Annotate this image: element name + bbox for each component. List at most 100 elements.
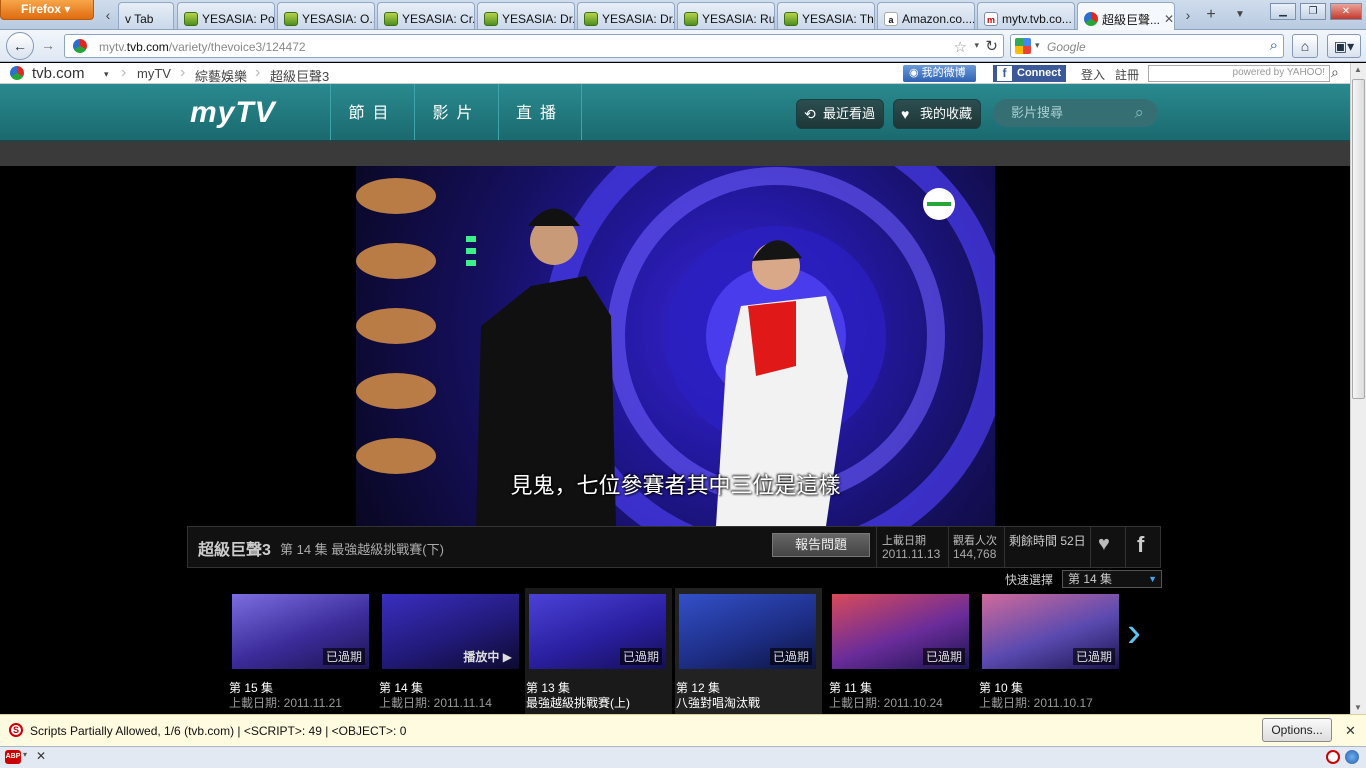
episode-card-playing[interactable]: 播放中 ▶ 第 14 集 上載日期: 2011.11.14 — [378, 588, 525, 714]
login-link[interactable]: 登入 — [1081, 66, 1105, 83]
now-playing-badge: 播放中 ▶ — [463, 650, 512, 664]
favorite-heart-icon[interactable]: ♥ — [1098, 533, 1110, 556]
options-button[interactable]: Options... — [1262, 718, 1332, 742]
episode-subtitle: 上載日期: 2011.10.17 — [979, 696, 1093, 710]
back-icon[interactable]: ← — [6, 32, 34, 60]
search-icon[interactable]: ⌕ — [1134, 99, 1144, 127]
reload-icon[interactable]: ↻ — [985, 37, 998, 55]
tab-mytv[interactable]: m mytv.tvb.co... — [977, 2, 1075, 29]
tab-yesasia-4[interactable]: YESASIA: Dr... — [477, 2, 575, 29]
quick-select-label: 快速選擇 — [1005, 573, 1054, 587]
search-bar[interactable]: ▾ Google ⌕ — [1010, 34, 1284, 58]
remaining-time: 剩餘時間 52日 — [1009, 534, 1086, 548]
search-input[interactable]: Google — [1047, 40, 1086, 54]
tab-label: Amazon.co.... — [902, 11, 975, 26]
tvb-site-link[interactable]: tvb.com — [32, 65, 85, 82]
breadcrumb-mytv[interactable]: myTV — [137, 66, 171, 81]
close-window-icon[interactable]: ✕ — [1330, 3, 1362, 20]
weibo-button[interactable]: ◉ 我的微博 — [903, 65, 976, 82]
new-tab-icon[interactable]: + — [1203, 6, 1219, 24]
episode-subtitle: 上載日期: 2011.10.24 — [829, 696, 943, 710]
mytv-logo[interactable]: myTV — [190, 96, 276, 130]
menu-programs[interactable]: 節目 — [330, 84, 414, 140]
episode-thumbnail: 已過期 — [529, 594, 666, 669]
tab-label: 超級巨聲... — [1102, 12, 1161, 27]
episode-card[interactable]: 已過期 第 13 集 最強越級挑戰賽(上) — [525, 588, 672, 714]
vertical-scrollbar[interactable]: ▲ ▼ — [1350, 63, 1366, 714]
bookmark-star-icon[interactable]: ☆ — [954, 38, 967, 56]
menu-live[interactable]: 直播 — [498, 84, 582, 140]
close-addon-bar-icon[interactable]: ✕ — [36, 749, 46, 763]
scrollbar-thumb[interactable] — [1352, 79, 1365, 399]
views-value: 144,768 — [953, 547, 997, 561]
yesasia-icon — [384, 11, 398, 26]
firefox-menu-button[interactable]: Firefox ▾ — [0, 0, 94, 20]
next-episodes-chevron-right-icon[interactable]: › — [1127, 608, 1141, 656]
scroll-up-icon[interactable]: ▲ — [1354, 65, 1362, 74]
views-label: 觀看人次 — [953, 535, 997, 547]
tab-active-thevoice[interactable]: 超級巨聲... ✕ — [1077, 2, 1175, 30]
recently-watched-button[interactable]: ⟲ 最近看過 — [796, 99, 884, 129]
episode-card[interactable]: 已過期 第 10 集 上載日期: 2011.10.17 — [978, 588, 1125, 714]
network-status-icon[interactable] — [1345, 750, 1359, 764]
noscript-message: Scripts Partially Allowed, 1/6 (tvb.com)… — [30, 724, 407, 738]
close-tab-icon[interactable]: ✕ — [1164, 12, 1174, 26]
amazon-icon: a — [884, 11, 898, 26]
report-problem-button[interactable]: 報告問題 — [772, 533, 870, 557]
episode-card[interactable]: 已過期 第 12 集 八強對唱淘汰戰 — [675, 588, 822, 714]
tab-yesasia-5[interactable]: YESASIA: Dr... — [577, 2, 675, 29]
tab-label: YESASIA: O... — [302, 11, 375, 26]
tab-label: mytv.tvb.co... — [1002, 11, 1072, 26]
tab-new[interactable]: v Tab — [118, 2, 174, 29]
bookmarks-menu-icon[interactable]: ▣▾ — [1327, 34, 1361, 58]
tab-scroll-right-icon[interactable]: › — [1180, 6, 1196, 24]
adblock-icon[interactable]: ABP — [5, 750, 21, 764]
search-icon[interactable]: ⌕ — [1270, 37, 1278, 54]
tab-yesasia-7[interactable]: YESASIA: Th... — [777, 2, 875, 29]
my-favorites-button[interactable]: ♥ 我的收藏 — [893, 99, 981, 129]
site-dropdown-icon[interactable]: ▾ — [104, 69, 109, 80]
menu-videos[interactable]: 影片 — [414, 84, 498, 140]
tab-scroll-left-icon[interactable]: ‹ — [100, 6, 116, 24]
episode-thumbnail: 已過期 — [232, 594, 369, 669]
scroll-down-icon[interactable]: ▼ — [1354, 703, 1362, 712]
expired-badge: 已過期 — [769, 648, 812, 665]
tab-yesasia-6[interactable]: YESASIA: Ru... — [677, 2, 775, 29]
search-icon[interactable]: ⌕ — [1331, 64, 1339, 81]
google-icon — [1015, 38, 1031, 54]
adblock-dropdown-icon[interactable]: ▾ — [23, 750, 27, 759]
history-dropdown-icon[interactable]: ▾ — [974, 40, 979, 51]
forward-icon[interactable]: → — [36, 34, 60, 58]
facebook-connect-button[interactable]: f Connect — [993, 65, 1066, 82]
tvb-logo-icon — [10, 66, 24, 80]
video-search-input[interactable]: 影片搜尋 ⌕ — [993, 99, 1158, 127]
url-bar[interactable]: mytv.tvb.com/variety/thevoice3/124472 ☆ … — [64, 34, 1004, 58]
quick-select-dropdown[interactable]: 第 14 集 ▼ — [1062, 570, 1162, 588]
tab-amazon[interactable]: a Amazon.co.... — [877, 2, 975, 29]
weibo-icon: ◉ — [909, 67, 922, 79]
tvb-icon — [73, 39, 87, 53]
tab-yesasia-2[interactable]: YESASIA: O... — [277, 2, 375, 29]
tab-list-icon[interactable]: ▼ — [1232, 6, 1248, 24]
tab-yesasia-3[interactable]: YESASIA: Cr... — [377, 2, 475, 29]
expired-badge: 已過期 — [922, 648, 965, 665]
chevron-down-icon: ▼ — [1148, 574, 1157, 584]
register-link[interactable]: 註冊 — [1115, 66, 1139, 83]
divider-band — [0, 141, 1350, 166]
episode-info-bar: 超級巨聲3 第 14 集 最強越級挑戰賽(下) 報告問題 上載日期 2011.1… — [187, 526, 1161, 568]
yahoo-search-input[interactable]: powered by YAHOO! — [1148, 65, 1330, 82]
breadcrumb-variety[interactable]: 綜藝娛樂 — [195, 66, 247, 85]
video-player[interactable]: 見鬼，七位參賽者其中三位是這樣 — [356, 166, 995, 526]
close-icon[interactable]: ✕ — [1345, 723, 1356, 739]
episode-card[interactable]: 已過期 第 11 集 上載日期: 2011.10.24 — [828, 588, 975, 714]
minimize-icon[interactable]: ▁ — [1270, 3, 1296, 20]
engine-dropdown-icon[interactable]: ▾ — [1035, 40, 1040, 51]
facebook-share-icon[interactable]: f — [1137, 532, 1144, 558]
maximize-icon[interactable]: ❐ — [1300, 3, 1326, 20]
home-icon[interactable]: ⌂ — [1292, 34, 1318, 58]
episode-card[interactable]: 已過期 第 15 集 上載日期: 2011.11.21 — [228, 588, 375, 714]
breadcrumb-show[interactable]: 超級巨聲3 — [270, 66, 329, 85]
tab-yesasia-1[interactable]: YESASIA: Po... — [177, 2, 275, 29]
mytv-icon: m — [984, 11, 998, 26]
noscript-status-icon[interactable] — [1326, 750, 1340, 764]
